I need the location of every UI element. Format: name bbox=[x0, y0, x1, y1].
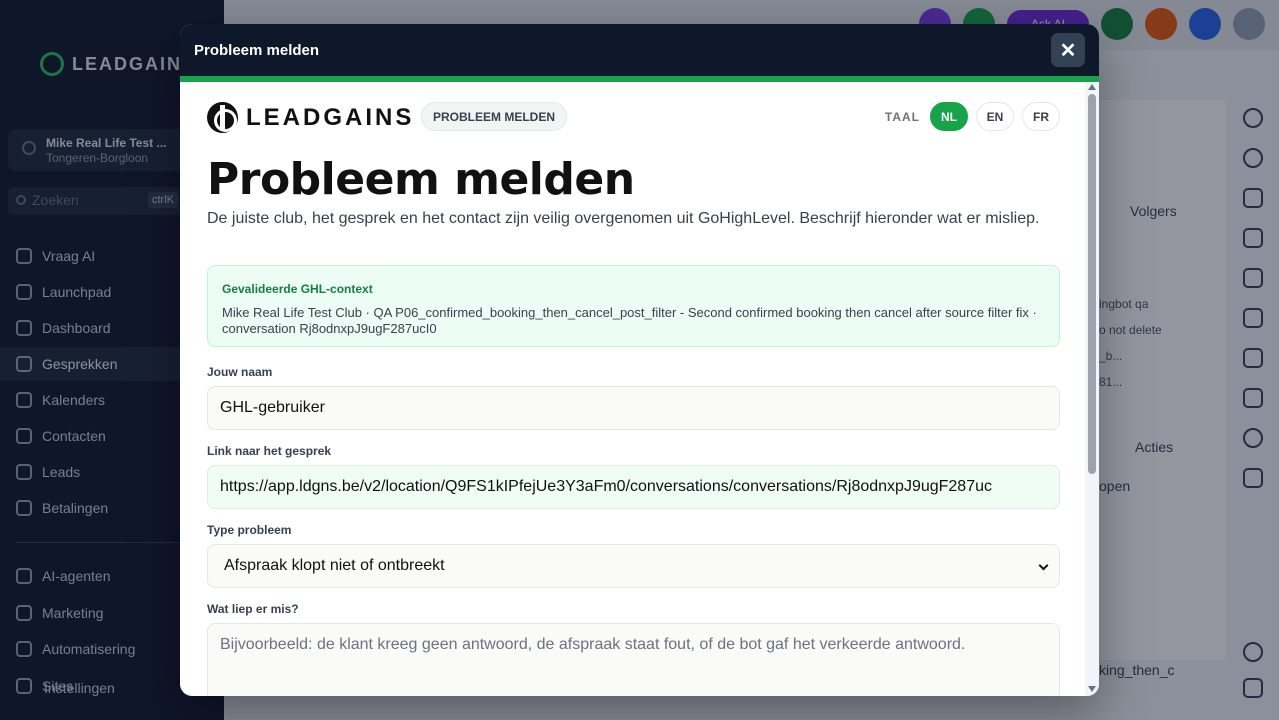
intro-text: De juiste club, het gesprek en het conta… bbox=[207, 210, 1040, 227]
brand-row: LEADGAINS PROBLEEM MELDEN TAAL NL EN FR bbox=[207, 100, 1060, 136]
modal-scrollbar[interactable] bbox=[1085, 82, 1099, 696]
modal-body: LEADGAINS PROBLEEM MELDEN TAAL NL EN FR … bbox=[180, 82, 1085, 696]
section-badge: PROBLEEM MELDEN bbox=[421, 102, 568, 131]
report-problem-modal: Probleem melden ✕ LEADGAINS PROBLEEM MEL… bbox=[180, 24, 1099, 696]
ghl-context-title: Gevalideerde GHL-context bbox=[222, 282, 373, 296]
chevron-down-icon bbox=[1038, 560, 1049, 571]
modal-header: Probleem melden ✕ bbox=[180, 24, 1099, 76]
what-label: Wat liep er mis? bbox=[207, 602, 299, 616]
link-label: Link naar het gesprek bbox=[207, 444, 332, 458]
lang-en-button[interactable]: EN bbox=[976, 102, 1014, 131]
scroll-up-icon[interactable] bbox=[1088, 84, 1096, 90]
ghl-context-text: Mike Real Life Test Club · QA P06_confir… bbox=[222, 305, 1037, 336]
brand-wordmark: LEADGAINS bbox=[246, 103, 415, 131]
description-textarea[interactable] bbox=[207, 623, 1060, 696]
page-title: Probleem melden bbox=[207, 154, 635, 205]
lang-nl-button[interactable]: NL bbox=[930, 102, 968, 131]
lang-fr-button[interactable]: FR bbox=[1022, 102, 1060, 131]
leadgains-logo-icon bbox=[207, 102, 238, 133]
modal-title: Probleem melden bbox=[194, 41, 320, 59]
language-switcher: TAAL NL EN FR bbox=[885, 102, 1060, 131]
conversation-link-input[interactable] bbox=[207, 465, 1060, 509]
problem-type-value: Afspraak klopt niet of ontbreekt bbox=[224, 557, 445, 574]
brand-logo: LEADGAINS bbox=[207, 102, 414, 133]
close-button[interactable]: ✕ bbox=[1051, 33, 1085, 67]
ghl-context-box: Gevalideerde GHL-context Mike Real Life … bbox=[207, 265, 1060, 347]
scrollbar-thumb[interactable] bbox=[1088, 94, 1096, 474]
name-label: Jouw naam bbox=[207, 365, 273, 379]
type-label: Type probleem bbox=[207, 523, 292, 537]
language-label: TAAL bbox=[884, 109, 920, 124]
problem-type-select[interactable]: Afspraak klopt niet of ontbreekt bbox=[207, 544, 1060, 588]
scroll-down-icon[interactable] bbox=[1088, 686, 1096, 692]
name-input[interactable] bbox=[207, 386, 1060, 430]
